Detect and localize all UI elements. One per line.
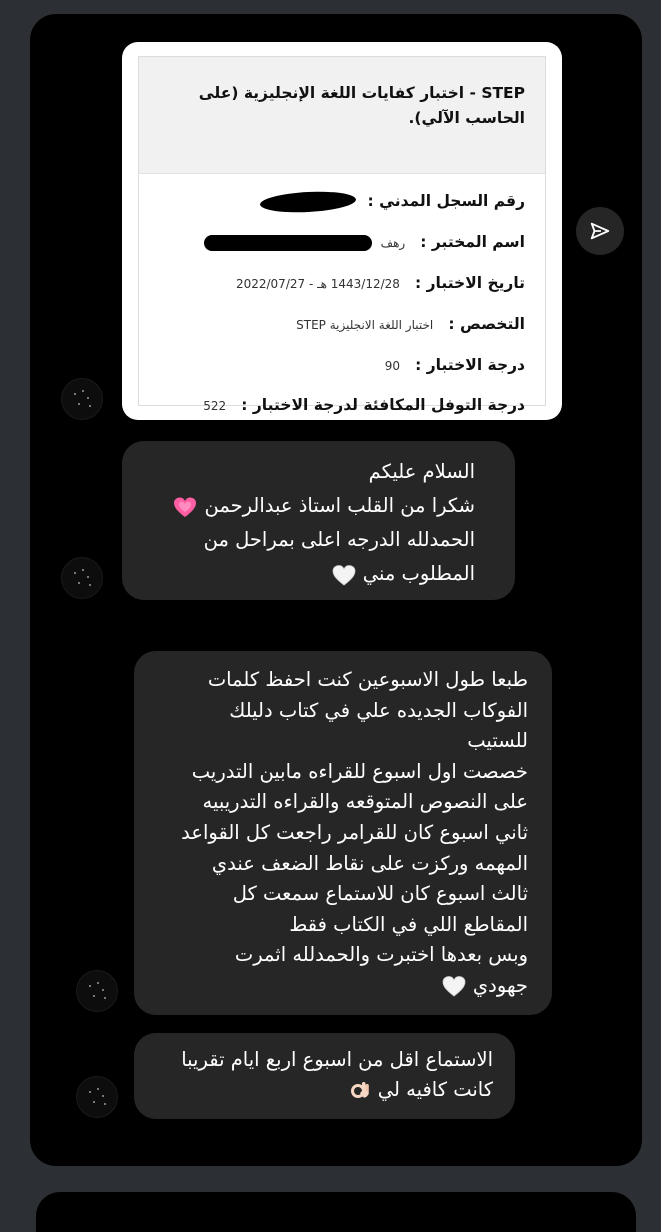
message-bubble[interactable]: طبعا طول الاسبوعين كنت احفظ كلمات الفوكا… bbox=[134, 651, 552, 1015]
message-line: المطلوب مني bbox=[172, 557, 475, 591]
row-test-score: درجة الاختبار : 90 bbox=[385, 355, 525, 374]
shared-result-image[interactable]: STEP - اختبار كفايات اللغة الإنجليزية (ع… bbox=[122, 42, 562, 420]
test-date-value: 1443/12/28 هـ - 2022/07/27 bbox=[235, 277, 400, 291]
avatar[interactable] bbox=[76, 970, 118, 1012]
message-line: شكرا من القلب استاذ عبدالرحمن bbox=[172, 489, 475, 523]
tester-name-value: رهف bbox=[380, 236, 406, 250]
test-title: STEP - اختبار كفايات اللغة الإنجليزية (ع… bbox=[198, 84, 525, 127]
message-line: للستيب bbox=[467, 729, 528, 753]
test-score-label: درجة الاختبار : bbox=[415, 356, 525, 374]
message-line: المقاطع اللي في الكتاب فقط bbox=[289, 912, 528, 936]
message-line: وبس بعدها اختبرت والحمدلله اثمرت bbox=[234, 943, 528, 967]
message-line: ثاني اسبوع كان للقرامر راجعت كل القواعد bbox=[181, 820, 528, 844]
test-date-label: تاريخ الاختبار : bbox=[415, 274, 525, 292]
message-line: طبعا طول الاسبوعين كنت احفظ كلمات bbox=[207, 668, 528, 691]
avatar[interactable] bbox=[61, 557, 103, 599]
message-line: المهمه وركزت على نقاط الضعف عندي bbox=[211, 851, 528, 875]
message-line: خصصت اول اسبوع للقراءه مابين التدريب bbox=[191, 759, 528, 783]
row-civil-id: رقم السجل المدني : bbox=[259, 189, 525, 214]
tester-name-label: اسم المختبر : bbox=[420, 233, 525, 251]
message-line: كانت كافيه لي bbox=[181, 1075, 493, 1105]
avatar[interactable] bbox=[76, 1076, 118, 1118]
specialty-label: التخصص : bbox=[448, 315, 525, 333]
specialty-value: اختبار اللغة الانجليزية STEP bbox=[296, 318, 434, 332]
growing-heart-emoji bbox=[174, 497, 197, 517]
message-bubble[interactable]: الاستماع اقل من اسبوع اربع ايام تقريبا ك… bbox=[134, 1033, 515, 1119]
message-line: الحمدلله الدرجه اعلى بمراحل من bbox=[203, 528, 475, 551]
result-header: STEP - اختبار كفايات اللغة الإنجليزية (ع… bbox=[139, 57, 545, 174]
message-line: السلام عليكم bbox=[368, 460, 475, 483]
test-score-value: 90 bbox=[384, 359, 401, 373]
message-line: الفوكاب الجديده علي في كتاب دليلك bbox=[229, 698, 528, 722]
redaction-mark bbox=[203, 234, 372, 251]
message-line: على النصوص المتوقعه والقراءه التدريبيه bbox=[202, 790, 528, 814]
message-bubble[interactable]: السلام عليكم شكرا من القلب استاذ عبدالرح… bbox=[122, 441, 515, 600]
ok-hand-emoji bbox=[350, 1081, 369, 1098]
avatar[interactable] bbox=[61, 378, 103, 420]
next-screen-edge bbox=[36, 1192, 636, 1232]
row-test-date: تاريخ الاختبار : 1443/12/28 هـ - 2022/07… bbox=[236, 273, 525, 292]
message-line: الاستماع اقل من اسبوع اربع ايام تقريبا bbox=[181, 1048, 493, 1071]
white-heart-emoji bbox=[332, 564, 355, 586]
send-icon bbox=[590, 222, 610, 240]
row-toefl-equivalent: درجة التوفل المكافئة لدرجة الاختبار : 52… bbox=[203, 395, 525, 414]
row-tester-name: اسم المختبر : رهف bbox=[203, 232, 525, 251]
toefl-equivalent-value: 522 bbox=[203, 399, 227, 413]
result-table: STEP - اختبار كفايات اللغة الإنجليزية (ع… bbox=[138, 56, 546, 414]
message-line: جهودي bbox=[181, 971, 528, 1002]
send-button[interactable] bbox=[576, 207, 624, 255]
row-specialty: التخصص : اختبار اللغة الانجليزية STEP bbox=[296, 314, 525, 333]
redaction-mark bbox=[259, 189, 357, 214]
civil-id-label: رقم السجل المدني : bbox=[367, 192, 525, 210]
message-line: ثالث اسبوع كان للاستماع سمعت كل bbox=[232, 882, 528, 906]
toefl-equivalent-label: درجة التوفل المكافئة لدرجة الاختبار : bbox=[241, 396, 525, 414]
white-heart-emoji bbox=[442, 976, 466, 997]
